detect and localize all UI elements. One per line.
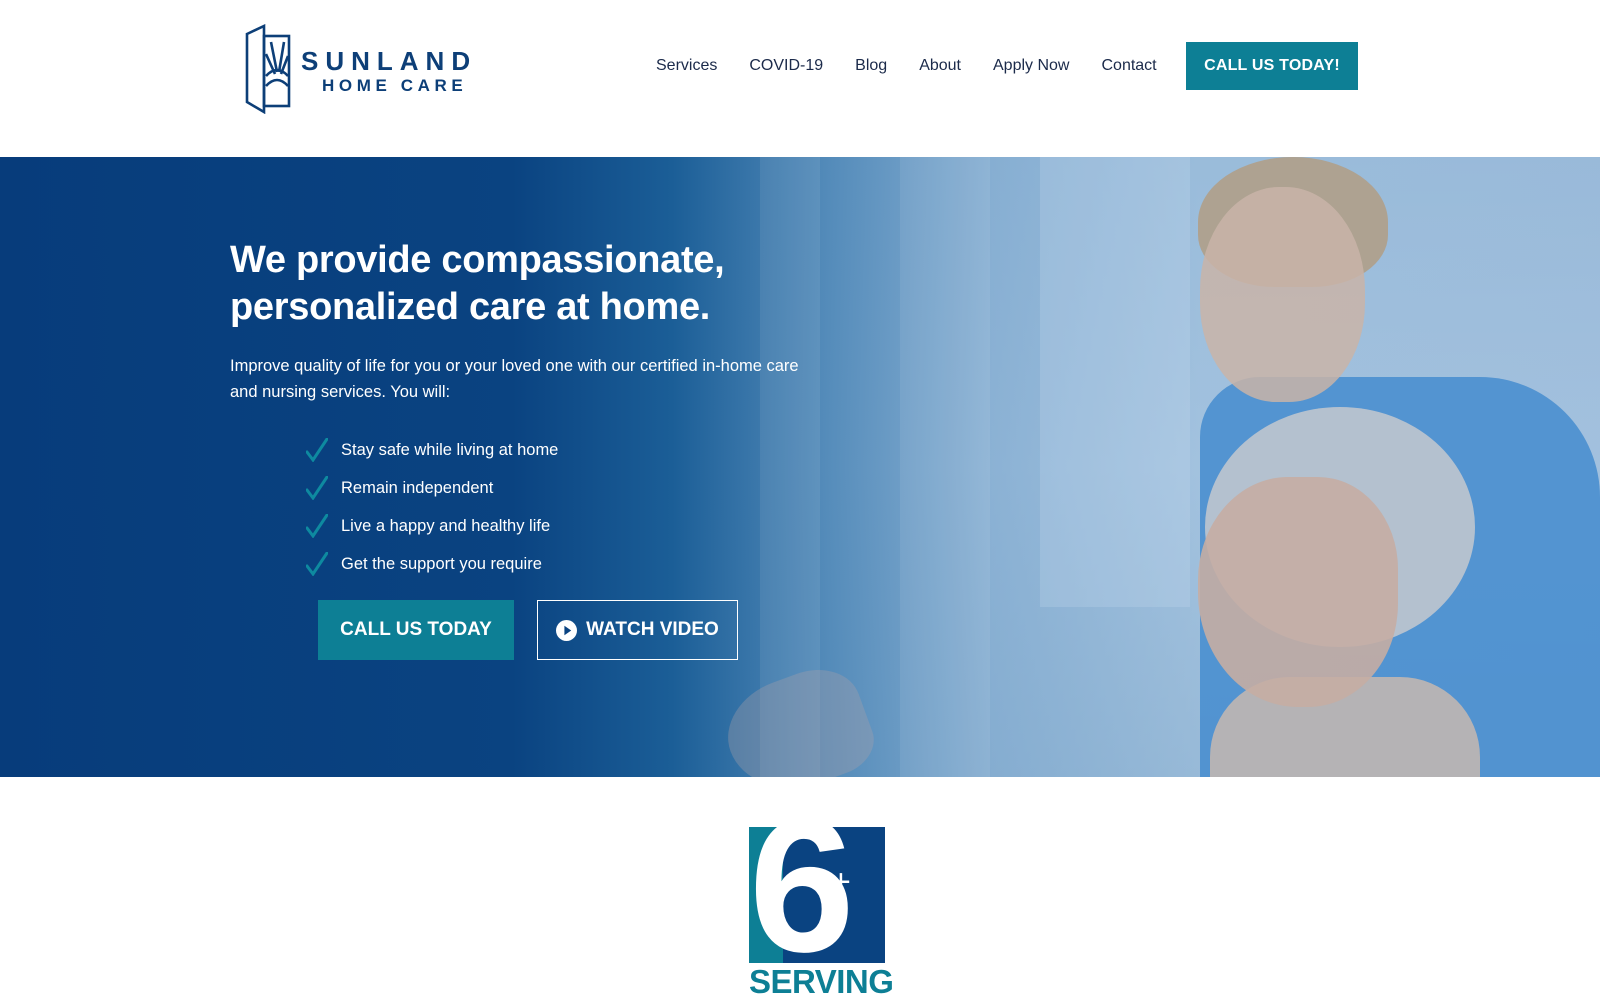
logo-wordmark: SUNLAND: [301, 46, 478, 76]
nurse-face: [1200, 187, 1365, 402]
curtain-decoration: [900, 157, 990, 777]
main-nav: Services COVID-19 Blog About Apply Now C…: [656, 42, 1189, 90]
watch-video-button[interactable]: WATCH VIDEO: [537, 600, 738, 660]
logo-tagline: HOME CARE: [322, 76, 468, 95]
benefits-list: Stay safe while living at home Remain in…: [306, 431, 558, 583]
site-header: SUNLAND HOME CARE Services COVID-19 Blog…: [0, 0, 1600, 157]
nav-item-contact[interactable]: Contact: [1101, 57, 1156, 75]
nav-item-apply-now[interactable]: Apply Now: [993, 57, 1069, 75]
checkmark-icon: [306, 552, 328, 576]
list-item-text: Get the support you require: [341, 554, 542, 573]
years-serving-badge: 6 + YEARS SERVING: [749, 827, 894, 1000]
door-sunrise-icon: [245, 24, 291, 114]
checkmark-icon: [306, 438, 328, 462]
hero-title: We provide compassionate, personalized c…: [230, 239, 725, 328]
play-circle-icon: [556, 619, 578, 641]
watch-video-label: WATCH VIDEO: [586, 619, 719, 640]
list-item: Remain independent: [306, 469, 558, 507]
elder-face: [1198, 477, 1398, 707]
hand-shape: [713, 656, 883, 777]
list-item-text: Live a happy and healthy life: [341, 516, 551, 535]
badge-plus: +: [831, 863, 851, 901]
nav-item-about[interactable]: About: [919, 57, 961, 75]
call-us-today-button[interactable]: CALL US TODAY: [318, 600, 514, 660]
list-item-text: Stay safe while living at home: [341, 440, 559, 459]
list-item: Get the support you require: [306, 545, 558, 583]
hero-section: We provide compassionate, personalized c…: [0, 157, 1600, 777]
nav-item-services[interactable]: Services: [656, 57, 717, 75]
list-item-text: Remain independent: [341, 478, 494, 497]
hero-subtitle: Improve quality of life for you or your …: [230, 357, 799, 401]
badge-serving: SERVING: [749, 963, 894, 1000]
logo-link[interactable]: SUNLAND HOME CARE: [244, 24, 484, 116]
checkmark-icon: [306, 476, 328, 500]
nav-item-blog[interactable]: Blog: [855, 57, 887, 75]
list-item: Live a happy and healthy life: [306, 507, 558, 545]
header-call-button[interactable]: CALL US TODAY!: [1186, 42, 1358, 90]
checkmark-icon: [306, 514, 328, 538]
nav-item-covid-19[interactable]: COVID-19: [749, 57, 823, 75]
badge-graphic: 6 + YEARS: [749, 827, 885, 963]
list-item: Stay safe while living at home: [306, 431, 558, 469]
window-decoration: [1040, 157, 1190, 607]
